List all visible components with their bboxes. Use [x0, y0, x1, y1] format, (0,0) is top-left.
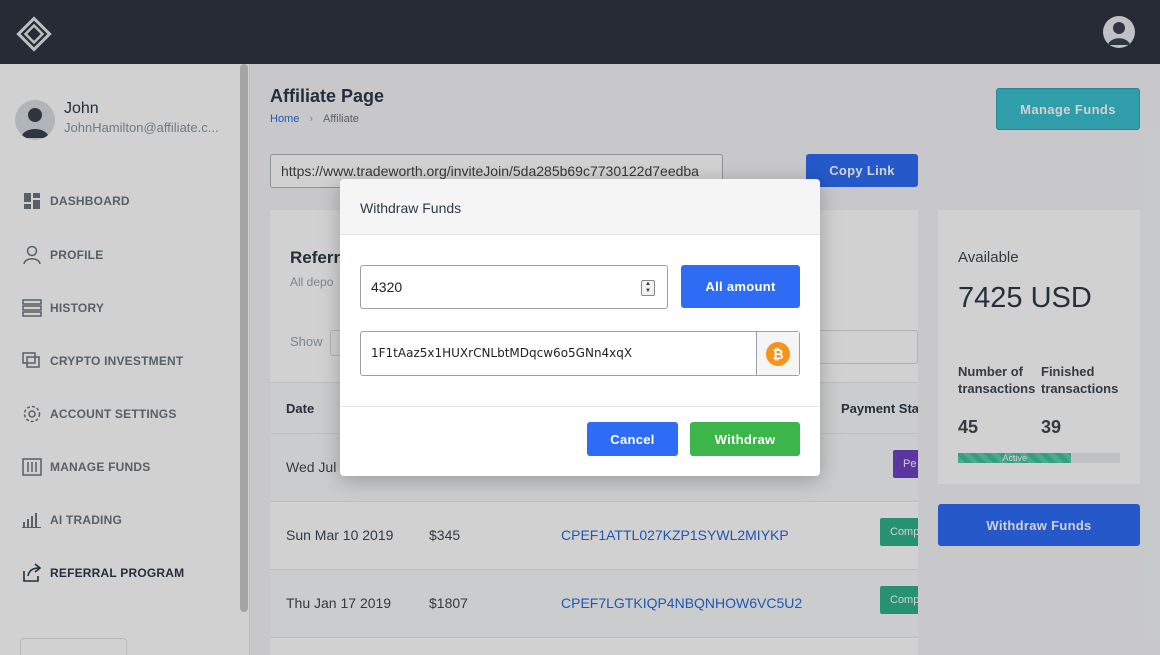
stepper-down-icon[interactable]: ▼	[642, 288, 654, 295]
withdraw-funds-modal: Withdraw Funds 4320 ▲ ▼ All amount 1F1tA…	[340, 179, 820, 476]
all-amount-button[interactable]: All amount	[681, 265, 800, 308]
wallet-address-value: 1F1tAaz5x1HUXrCNLbtMDqcw6o5GNn4xqX	[371, 346, 633, 360]
amount-stepper[interactable]: ▲ ▼	[641, 280, 655, 296]
withdraw-button[interactable]: Withdraw	[690, 422, 800, 456]
modal-divider	[340, 406, 820, 407]
cancel-button[interactable]: Cancel	[587, 422, 678, 456]
stepper-up-icon[interactable]: ▲	[642, 281, 654, 288]
bitcoin-icon: ₿	[766, 341, 790, 366]
amount-input[interactable]: 4320 ▲ ▼	[360, 265, 668, 309]
modal-title: Withdraw Funds	[360, 200, 462, 216]
amount-value: 4320	[371, 279, 403, 295]
wallet-address-field[interactable]: 1F1tAaz5x1HUXrCNLbtMDqcw6o5GNn4xqX ₿	[360, 331, 800, 376]
address-addon: ₿	[756, 332, 799, 375]
modal-header: Withdraw Funds	[340, 179, 820, 235]
